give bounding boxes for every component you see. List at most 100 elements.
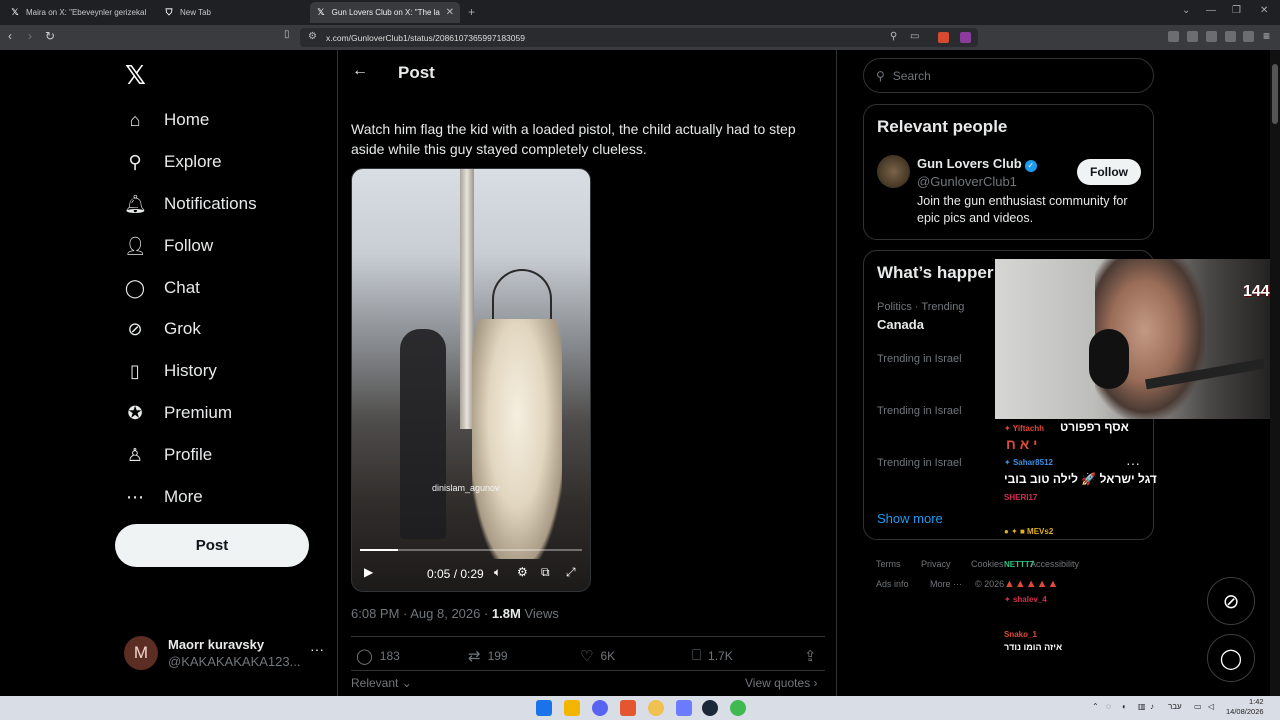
app-icon[interactable] [676, 700, 692, 716]
pip-icon[interactable]: ⧉ [541, 565, 550, 580]
tray-icon[interactable]: ▥ [1138, 702, 1146, 711]
account-switcher[interactable]: M Maorr kuravsky @KAKAKAKAKA123... ··· [124, 633, 324, 673]
close-window-button[interactable]: ✕ [1260, 5, 1268, 16]
account-handle: @KAKAKAKAKA123... [168, 654, 301, 669]
share-icon: ⇪ [804, 648, 817, 665]
nav-profile[interactable]: ♙ Profile [124, 440, 212, 470]
nav-grok[interactable]: ⊘ Grok [124, 314, 200, 344]
video-watermark: dinislam_agunov [432, 483, 500, 493]
profile-name[interactable]: Gun Lovers Club ✓ [917, 156, 1037, 172]
tab-title: New Tab [180, 8, 211, 17]
volume-icon[interactable]: 🔈︎ [494, 565, 501, 580]
tweet-timestamp[interactable]: 6:08 PM · Aug 8, 2026 · [351, 606, 492, 621]
brave-rewards-icon[interactable] [960, 32, 971, 43]
video-player[interactable]: dinislam_agunov ▶ 0:05 / 0:29 🔈︎ ⚙ ⧉ ⤢ [351, 168, 591, 592]
leo-ai-icon[interactable] [1225, 31, 1236, 42]
tray-icon[interactable]: ◐ [1122, 702, 1127, 711]
chat-username: Snako_1 [1004, 630, 1037, 639]
minimize-button[interactable]: — [1206, 5, 1216, 16]
scrollbar-thumb[interactable] [1272, 64, 1278, 124]
language-indicator[interactable]: עבר [1168, 702, 1182, 711]
footer-link[interactable]: Privacy [921, 559, 951, 569]
headset-icon [1089, 329, 1129, 389]
network-icon[interactable]: ▭ [1194, 702, 1202, 711]
nav-more[interactable]: ⋯ More [124, 482, 203, 512]
grok-icon[interactable]: ⊘ [1207, 577, 1255, 625]
tray-arrow-icon[interactable]: ⌃ [1092, 702, 1099, 711]
maximize-button[interactable]: ❐ [1232, 5, 1241, 16]
nav-history[interactable]: ▯ History [124, 356, 217, 386]
menu-icon[interactable]: ≡ [1263, 29, 1270, 43]
site-info-icon[interactable]: ⚙ [308, 31, 317, 42]
bookmark-button[interactable]: ⎕ 1.7K [692, 647, 733, 664]
microphone-icon[interactable]: ♪ [1150, 702, 1154, 711]
relevant-people-card: Relevant people Gun Lovers Club ✓ @Gunlov… [863, 104, 1154, 240]
bookmark-page-icon[interactable]: ▯ [284, 29, 290, 40]
brave-shields-icon[interactable] [938, 32, 949, 43]
vpn-icon[interactable] [1243, 31, 1254, 42]
volume-icon[interactable]: ◁ [1208, 702, 1214, 711]
nav-notifications[interactable]: 🔔︎ Notifications [124, 189, 257, 219]
show-more-link[interactable]: Show more [877, 511, 943, 526]
browser-tab-2[interactable]: ⛉ New Tab [158, 2, 308, 23]
wallet-icon[interactable] [1206, 31, 1217, 42]
nav-label: History [164, 361, 217, 380]
forward-icon[interactable]: › [28, 29, 32, 43]
file-explorer-icon[interactable] [564, 700, 580, 716]
more-options-icon[interactable]: ··· [1126, 455, 1140, 471]
footer-link[interactable]: Ads info [876, 579, 909, 589]
browser-tab-active[interactable]: 𝕏 Gun Lovers Club on X: "The lack ✕ [310, 2, 460, 23]
settings-icon[interactable]: ⚙ [517, 565, 528, 579]
app-icon[interactable] [648, 700, 664, 716]
messages-icon[interactable]: ◯ [1207, 634, 1255, 682]
reply-button[interactable]: ◯ 183 [356, 647, 400, 665]
scrollbar[interactable] [1270, 50, 1280, 696]
discord-icon[interactable] [592, 700, 608, 716]
nav-home[interactable]: ⌂ Home [124, 105, 210, 135]
tray-icon[interactable]: ◌ [1106, 702, 1111, 711]
page-title: Post [398, 63, 435, 82]
tab-list-icon[interactable]: ⌄ [1182, 5, 1190, 16]
zoom-icon[interactable]: ⚲ [890, 31, 897, 42]
reply-sort-dropdown[interactable]: Relevant ⌄ [351, 676, 412, 690]
follow-button[interactable]: Follow [1077, 159, 1141, 185]
repost-count: 199 [487, 649, 508, 663]
tab-close-icon[interactable]: ✕ [446, 7, 454, 18]
repost-button[interactable]: ⇄ 199 [468, 647, 508, 665]
nav-explore[interactable]: ⚲ Explore [124, 147, 221, 177]
media-icon[interactable] [1168, 31, 1179, 42]
sidebar-icon[interactable] [1187, 31, 1198, 42]
like-button[interactable]: ♡ 6K [580, 647, 615, 665]
search-input[interactable]: ⚲ Search [863, 58, 1154, 93]
brave-icon[interactable] [620, 700, 636, 716]
avatar[interactable] [877, 155, 910, 188]
clock[interactable]: 1:42 14/08/2026 [1226, 697, 1264, 717]
view-quotes-link[interactable]: View quotes › [745, 676, 818, 690]
start-icon[interactable] [536, 700, 552, 716]
cast-icon[interactable]: ▭ [910, 31, 919, 42]
nav-chat[interactable]: ◯ Chat [124, 273, 200, 303]
reload-icon[interactable]: ↻ [45, 29, 55, 43]
footer-link[interactable]: Terms [876, 559, 901, 569]
browser-tab-1[interactable]: 𝕏 Maira on X: "Ebeveynler gerizekalı ol [4, 2, 154, 23]
post-button[interactable]: Post [115, 524, 309, 567]
x-logo-icon[interactable]: 𝕏 [125, 60, 146, 91]
new-tab-button[interactable]: + [468, 5, 475, 19]
video-progress-bar[interactable] [360, 549, 582, 551]
trend-name[interactable]: Canada [877, 317, 924, 332]
share-button[interactable]: ⇪ [804, 647, 817, 665]
back-arrow-icon[interactable]: ← [352, 62, 368, 80]
chat-message: דגל ישראל 🚀 לילה טוב בובי [1004, 472, 1157, 486]
back-icon[interactable]: ‹ [8, 29, 12, 43]
footer-link[interactable]: More ··· [930, 579, 962, 589]
fullscreen-icon[interactable]: ⤢ [566, 565, 576, 580]
steam-icon[interactable] [702, 700, 718, 716]
footer-link[interactable]: Accessibility [1030, 559, 1079, 569]
nav-premium[interactable]: ✪ Premium [124, 398, 232, 428]
more-options-icon[interactable]: ··· [310, 641, 324, 657]
app-icon[interactable] [730, 700, 746, 716]
footer-link[interactable]: Cookies [971, 559, 1004, 569]
play-icon[interactable]: ▶ [364, 565, 373, 579]
url-bar[interactable]: ⚙ x.com/GunloverClub1/status/20861073659… [300, 28, 978, 47]
nav-follow[interactable]: 👤︎ Follow [124, 231, 213, 261]
